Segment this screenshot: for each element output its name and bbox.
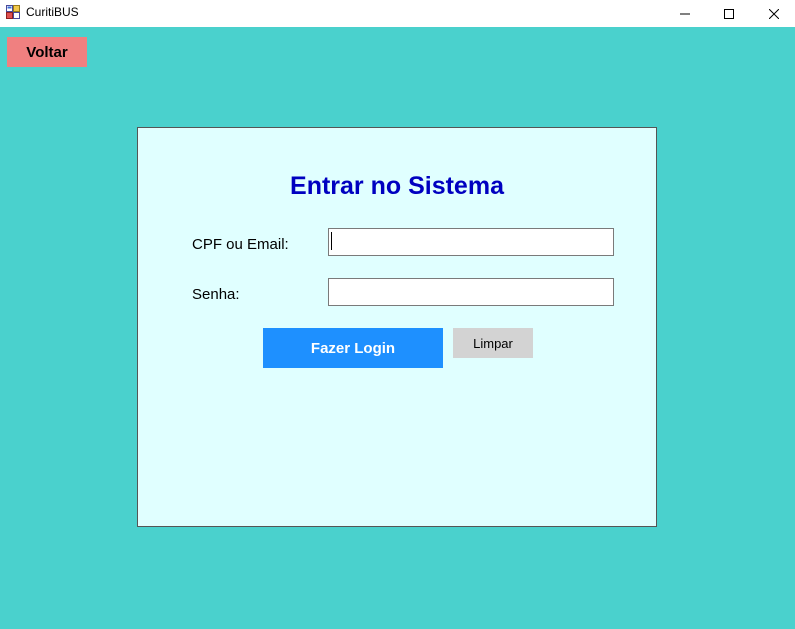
- minimize-icon: [679, 13, 690, 14]
- close-button[interactable]: [751, 0, 795, 27]
- cpf-email-field[interactable]: [328, 228, 614, 256]
- maximize-icon: [723, 8, 734, 19]
- maximize-button[interactable]: [706, 0, 751, 27]
- title-bar: CuritiBUS: [0, 0, 795, 27]
- app-icon: [6, 5, 20, 19]
- password-field[interactable]: [328, 278, 614, 306]
- app-window: CuritiBUS Voltar Entrar no Sistema CPF o…: [0, 0, 795, 629]
- clear-button[interactable]: Limpar: [453, 328, 533, 358]
- password-label: Senha:: [192, 286, 240, 303]
- close-icon: [768, 8, 779, 19]
- window-title: CuritiBUS: [26, 5, 79, 19]
- login-panel: Entrar no Sistema CPF ou Email: Senha: F…: [137, 127, 657, 527]
- minimize-button[interactable]: [662, 0, 707, 27]
- back-button[interactable]: Voltar: [7, 37, 87, 67]
- login-title: Entrar no Sistema: [290, 172, 504, 200]
- login-button[interactable]: Fazer Login: [263, 328, 443, 368]
- cpf-email-label: CPF ou Email:: [192, 236, 289, 253]
- text-caret: [331, 232, 332, 250]
